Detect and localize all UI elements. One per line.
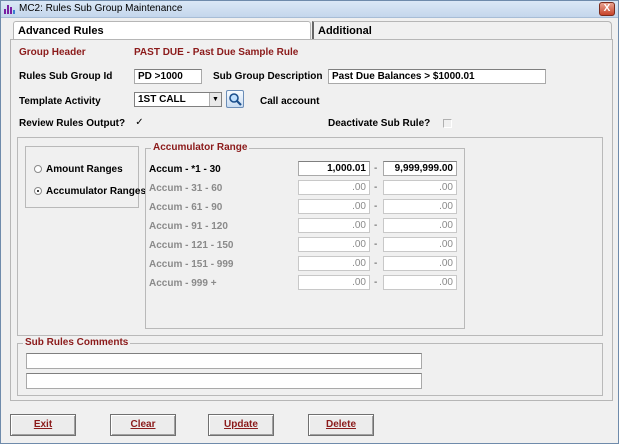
range-dash: - bbox=[374, 258, 378, 269]
range-dash: - bbox=[374, 277, 378, 288]
update-button[interactable]: Update bbox=[208, 414, 274, 436]
range-dash: - bbox=[374, 201, 378, 212]
accum-to-field[interactable]: .00 bbox=[383, 237, 457, 252]
accum-row-label: Accum - 61 - 90 bbox=[149, 202, 223, 213]
accum-from-field[interactable]: .00 bbox=[298, 237, 370, 252]
template-activity-label: Template Activity bbox=[19, 96, 101, 107]
tab-panel: Group Header PAST DUE - Past Due Sample … bbox=[10, 39, 613, 401]
clear-button[interactable]: Clear bbox=[110, 414, 176, 436]
accumulator-ranges-label: Accumulator Ranges bbox=[46, 186, 147, 197]
exit-button[interactable]: Exit bbox=[10, 414, 76, 436]
accum-from-field[interactable]: .00 bbox=[298, 180, 370, 195]
accum-row-label: Accum - 151 - 999 bbox=[149, 259, 234, 270]
accum-from-field[interactable]: .00 bbox=[298, 256, 370, 271]
accum-row-label: Accum - 31 - 60 bbox=[149, 183, 223, 194]
window-title: MC2: Rules Sub Group Maintenance bbox=[19, 3, 183, 14]
amount-ranges-radio[interactable] bbox=[34, 165, 42, 173]
deactivate-label: Deactivate Sub Rule? bbox=[328, 118, 431, 129]
template-activity-select[interactable]: 1ST CALL ▼ bbox=[134, 92, 222, 107]
sub-group-desc-field[interactable]: Past Due Balances > $1000.01 bbox=[328, 69, 546, 84]
accum-to-field[interactable]: .00 bbox=[383, 256, 457, 271]
amount-ranges-label: Amount Ranges bbox=[46, 164, 123, 175]
comment-line-1[interactable] bbox=[26, 353, 422, 369]
comment-line-2[interactable] bbox=[26, 373, 422, 389]
magnifier-icon bbox=[229, 93, 242, 106]
sub-group-id-label: Rules Sub Group Id bbox=[19, 71, 113, 82]
template-activity-value: 1ST CALL bbox=[138, 94, 186, 105]
accum-row-label: Accum - *1 - 30 bbox=[149, 164, 221, 175]
review-output-label: Review Rules Output? bbox=[19, 118, 126, 129]
lookup-button[interactable] bbox=[226, 90, 244, 108]
tab-additional[interactable]: Additional bbox=[312, 21, 612, 39]
comments-title: Sub Rules Comments bbox=[23, 337, 131, 348]
comments-group: Sub Rules Comments bbox=[17, 337, 603, 396]
accum-to-field[interactable]: 9,999,999.00 bbox=[383, 161, 457, 176]
accum-row-label: Accum - 91 - 120 bbox=[149, 221, 228, 232]
accum-to-field[interactable]: .00 bbox=[383, 180, 457, 195]
accum-row-label: Accum - 121 - 150 bbox=[149, 240, 234, 251]
range-dash: - bbox=[374, 220, 378, 231]
main-window: MC2: Rules Sub Group Maintenance X Advan… bbox=[0, 0, 619, 444]
group-header-label: Group Header bbox=[19, 47, 86, 58]
range-dash: - bbox=[374, 239, 378, 250]
chart-bars-icon bbox=[4, 4, 15, 14]
accum-from-field[interactable]: .00 bbox=[298, 199, 370, 214]
chevron-down-icon[interactable]: ▼ bbox=[209, 93, 221, 106]
accumulator-range-title: Accumulator Range bbox=[151, 142, 250, 153]
accumulator-range-group: Accumulator Range Accum - *1 - 30 1,000.… bbox=[145, 142, 465, 329]
range-type-box: Amount Ranges Accumulator Ranges bbox=[25, 146, 146, 208]
group-header-value: PAST DUE - Past Due Sample Rule bbox=[134, 47, 299, 58]
sub-group-id-field[interactable]: PD >1000 bbox=[134, 69, 202, 84]
range-dash: - bbox=[374, 163, 378, 174]
accum-row-label: Accum - 999 + bbox=[149, 278, 217, 289]
accum-from-field[interactable]: .00 bbox=[298, 218, 370, 233]
accum-to-field[interactable]: .00 bbox=[383, 275, 457, 290]
delete-button[interactable]: Delete bbox=[308, 414, 374, 436]
review-output-checkbox[interactable]: ✓ bbox=[134, 118, 145, 129]
accum-from-field[interactable]: 1,000.01 bbox=[298, 161, 370, 176]
tab-advanced-rules[interactable]: Advanced Rules bbox=[13, 21, 311, 39]
accumulator-ranges-radio[interactable] bbox=[34, 187, 42, 195]
template-activity-desc: Call account bbox=[260, 96, 320, 107]
title-bar: MC2: Rules Sub Group Maintenance X bbox=[1, 1, 618, 18]
accum-from-field[interactable]: .00 bbox=[298, 275, 370, 290]
accum-to-field[interactable]: .00 bbox=[383, 199, 457, 214]
accum-to-field[interactable]: .00 bbox=[383, 218, 457, 233]
range-dash: - bbox=[374, 182, 378, 193]
deactivate-checkbox[interactable] bbox=[443, 119, 452, 128]
close-icon[interactable]: X bbox=[599, 2, 615, 16]
sub-group-desc-label: Sub Group Description bbox=[213, 71, 323, 82]
